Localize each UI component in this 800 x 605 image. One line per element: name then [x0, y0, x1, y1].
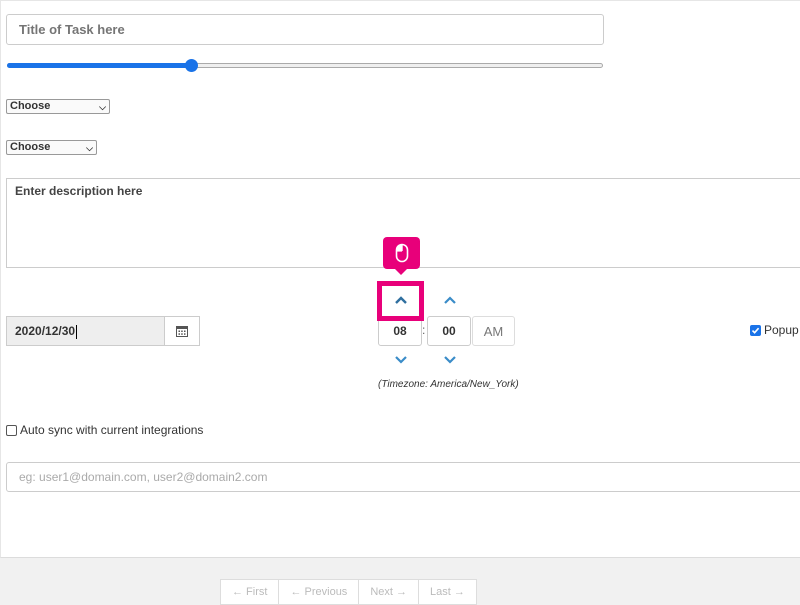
calendar-icon: [176, 326, 188, 337]
hour-value: 08: [393, 324, 407, 338]
choose-select-2[interactable]: Choose ⌵: [6, 140, 97, 155]
pagination: ← First ← Previous Next → Last →: [220, 579, 477, 605]
autosync-checkbox[interactable]: [6, 424, 17, 436]
popup-label: Popup: [764, 323, 799, 337]
email-input[interactable]: eg: user1@domain.com, user2@domain2.com: [6, 462, 800, 492]
hour-decrement-button[interactable]: [389, 350, 413, 370]
popup-option[interactable]: Popup: [750, 323, 799, 337]
click-target-highlight: [377, 281, 424, 321]
am-pm-value: AM: [483, 323, 504, 339]
time-separator: :: [422, 323, 426, 337]
pager-last-button[interactable]: Last →: [418, 579, 477, 605]
pager-first-button[interactable]: ← First: [220, 579, 280, 605]
timezone-label: (Timezone: America/New_York): [378, 379, 519, 390]
calendar-button[interactable]: [164, 316, 200, 346]
checkmark-icon: [751, 327, 760, 334]
minute-input[interactable]: 00: [427, 316, 471, 346]
chevron-down-icon: [395, 356, 407, 364]
minute-value: 00: [442, 324, 456, 338]
task-form-card: Choose ⌵ Choose ⌵ Enter description here…: [0, 0, 800, 558]
task-title-input[interactable]: [6, 14, 604, 45]
autosync-option[interactable]: Auto sync with current integrations: [6, 423, 203, 437]
mouse-icon: [395, 243, 408, 263]
autosync-label: Auto sync with current integrations: [20, 423, 204, 437]
cursor-badge-pointer: [394, 268, 408, 275]
minute-decrement-button[interactable]: [438, 350, 462, 370]
chevron-down-icon: ⌵: [99, 102, 106, 112]
minute-increment-button[interactable]: [438, 290, 462, 310]
chevron-up-icon: [444, 296, 456, 304]
date-value: 2020/12/30: [15, 324, 76, 338]
date-input[interactable]: 2020/12/30: [6, 316, 165, 346]
popup-checkbox[interactable]: [750, 324, 761, 336]
slider-thumb[interactable]: [185, 59, 198, 72]
cursor-badge: [383, 237, 420, 269]
pager-previous-button[interactable]: ← Previous: [278, 579, 360, 605]
am-pm-toggle[interactable]: AM: [472, 316, 515, 346]
choose-select-2-value: Choose: [10, 141, 51, 153]
choose-select-1-value: Choose: [10, 100, 51, 112]
slider-fill: [7, 63, 192, 68]
chevron-down-icon: [444, 356, 456, 364]
choose-select-1[interactable]: Choose ⌵: [6, 99, 110, 114]
description-placeholder: Enter description here: [15, 184, 143, 198]
pager-next-button[interactable]: Next →: [358, 579, 419, 605]
text-caret: [76, 324, 78, 339]
email-placeholder: eg: user1@domain.com, user2@domain2.com: [19, 470, 268, 484]
chevron-down-icon: ⌵: [86, 143, 93, 153]
